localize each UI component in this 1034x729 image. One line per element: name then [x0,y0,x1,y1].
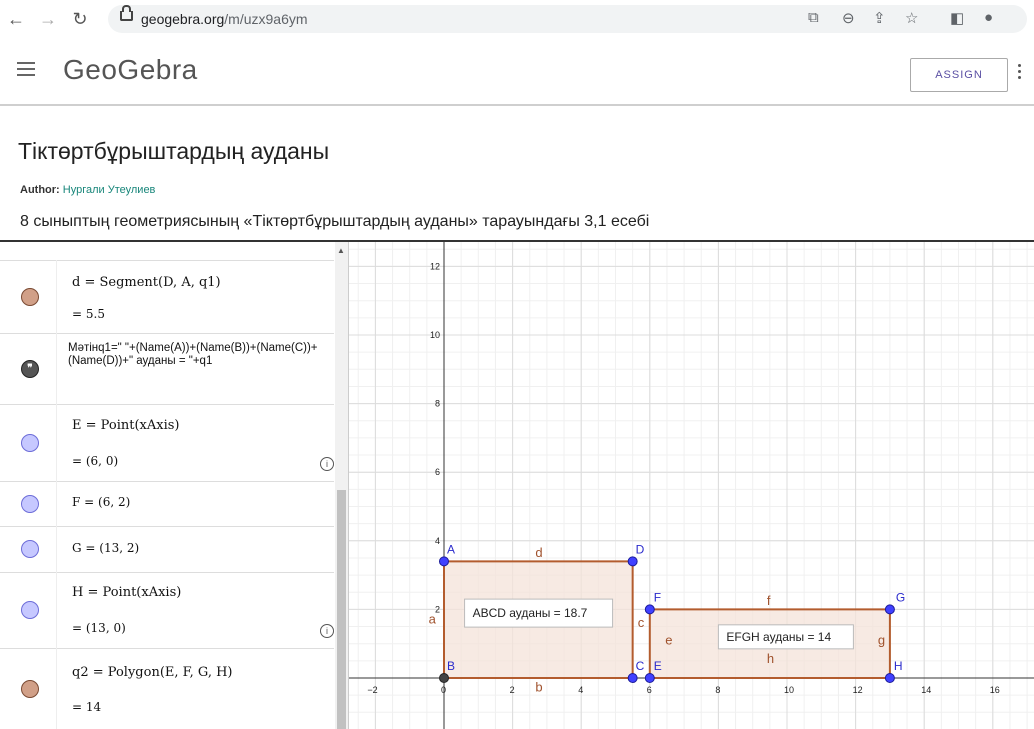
point-label-d: D [636,542,645,556]
x-tick-label: −2 [367,685,377,695]
point-label-g: G [896,590,905,604]
x-tick-label: 16 [990,685,1000,695]
segment-label-d: d [535,545,542,560]
algebra-definition[interactable]: q2 = Polygon(E, F, G, H) [72,665,233,680]
y-tick-label: 10 [430,330,440,340]
algebra-row-partial [0,242,334,261]
y-tick-label: 12 [430,261,440,271]
address-bar[interactable]: geogebra.org/m/uzx9a6ym ⧉ ⊖ ⇪ ☆ ◧ ● [108,5,1027,33]
algebra-view[interactable]: d = Segment(D, A, q1) = 5.5 ❞ Мәтінq1=" … [0,242,349,729]
lock-icon [120,5,133,21]
point-label-e: E [654,659,662,673]
algebra-definition[interactable]: H = Point(xAxis) [72,585,181,600]
text-quote-icon[interactable]: ❞ [21,360,39,378]
algebra-row[interactable]: E = Point(xAxis) = (6, 0) i [0,404,334,482]
algebra-scrollbar[interactable]: ▲ [335,242,348,729]
algebra-value: = 5.5 [72,307,105,321]
y-tick-label: 8 [435,399,440,409]
share-icon[interactable]: ⇪ [873,9,886,27]
visibility-toggle-icon[interactable] [21,434,39,452]
area-text-abcd: ABCD ауданы = 18.7 [473,606,588,620]
app-header: GeoGebra ASSIGN [0,40,1034,106]
point-g[interactable] [884,604,895,615]
y-tick-label: 4 [435,536,440,546]
translate-icon[interactable]: ⧉ [808,9,819,26]
x-tick-label: 6 [647,685,652,695]
assign-button[interactable]: ASSIGN [910,58,1008,92]
point-e[interactable] [644,673,655,683]
algebra-definition[interactable]: F = (6, 2) [72,495,130,509]
geogebra-logo[interactable]: GeoGebra [63,54,198,86]
more-options-icon[interactable] [1018,64,1022,82]
info-icon[interactable]: i [320,457,334,471]
bookmark-star-icon[interactable]: ☆ [905,9,918,27]
menu-icon[interactable] [17,62,35,80]
segment-label-e: e [665,632,672,647]
scroll-up-icon[interactable]: ▲ [337,246,345,255]
y-tick-label: 6 [435,467,440,477]
point-label-f: F [654,590,661,604]
author-link[interactable]: Нургали Утеулиев [63,184,156,196]
segment-label-a: a [429,612,437,627]
segment-label-g: g [878,632,885,647]
point-b[interactable] [439,673,449,683]
visibility-toggle-icon[interactable] [21,540,39,558]
x-tick-label: 14 [921,685,931,695]
algebra-value: = 14 [72,700,102,714]
profile-icon[interactable]: ● [984,9,993,26]
author-line: Author: Нургали Утеулиев [20,184,155,196]
segment-label-c: c [638,615,645,630]
x-tick-label: 8 [715,685,720,695]
page-title: Тіктөртбұрыштардың ауданы [18,138,330,164]
algebra-definition[interactable]: Мәтінq1=" "+(Name(A))+(Name(B))+(Name(C)… [68,342,328,368]
graphics-view[interactable]: −2 0 2 4 6 8 10 12 14 16 2 4 6 8 10 12 ABCD ауданы = 18.… [349,242,1034,729]
info-icon[interactable]: i [320,624,334,638]
point-label-c: C [636,659,645,673]
segment-label-b: b [535,680,542,695]
url-text[interactable]: geogebra.org/m/uzx9a6ym [141,11,308,27]
visibility-toggle-icon[interactable] [21,495,39,513]
segment-label-f: f [767,593,771,608]
browser-toolbar: ← → ↻ geogebra.org/m/uzx9a6ym ⧉ ⊖ ⇪ ☆ ◧ … [0,0,1034,40]
algebra-row[interactable]: F = (6, 2) [0,481,334,527]
algebra-row[interactable]: ❞ Мәтінq1=" "+(Name(A))+(Name(B))+(Name(… [0,333,334,405]
algebra-value: = (13, 0) [72,621,126,635]
visibility-toggle-icon[interactable] [21,680,39,698]
point-d[interactable] [627,556,638,567]
zoom-icon[interactable]: ⊖ [842,9,855,27]
point-label-b: B [447,659,455,673]
algebra-definition[interactable]: G = (13, 2) [72,541,139,555]
reload-icon[interactable]: ↻ [70,9,90,30]
scroll-thumb[interactable] [337,490,346,729]
point-label-h: H [894,659,903,673]
graphics-canvas[interactable]: −2 0 2 4 6 8 10 12 14 1624681012ABCD ауданы = 18.… [349,242,1034,729]
algebra-row[interactable]: H = Point(xAxis) = (13, 0) i [0,572,334,649]
back-icon[interactable]: ← [6,9,26,30]
area-text-efgh: EFGH ауданы = 14 [726,630,831,644]
page-description: 8 сыныптың геометриясының «Тіктөртбұрышт… [20,213,650,230]
point-c[interactable] [627,673,638,683]
visibility-toggle-icon[interactable] [21,601,39,619]
x-tick-label: 12 [853,685,863,695]
point-label-a: A [447,542,455,556]
x-tick-label: 2 [510,685,515,695]
algebra-definition[interactable]: d = Segment(D, A, q1) [72,275,221,290]
algebra-value: = (6, 0) [72,454,119,468]
algebra-definition[interactable]: E = Point(xAxis) [72,418,179,433]
point-h[interactable] [884,673,895,683]
side-panel-icon[interactable]: ◧ [950,9,964,27]
point-f[interactable] [644,604,655,615]
author-label: Author: [20,184,60,196]
forward-icon[interactable]: → [38,9,58,30]
visibility-toggle-icon[interactable] [21,288,39,306]
x-tick-label: 0 [441,685,446,695]
x-tick-label: 4 [578,685,583,695]
point-a[interactable] [439,556,449,567]
algebra-row[interactable]: q2 = Polygon(E, F, G, H) = 14 [0,648,334,729]
algebra-row[interactable]: d = Segment(D, A, q1) = 5.5 [0,260,334,334]
algebra-row[interactable]: G = (13, 2) [0,526,334,573]
x-tick-label: 10 [784,685,794,695]
segment-label-h: h [767,651,774,666]
